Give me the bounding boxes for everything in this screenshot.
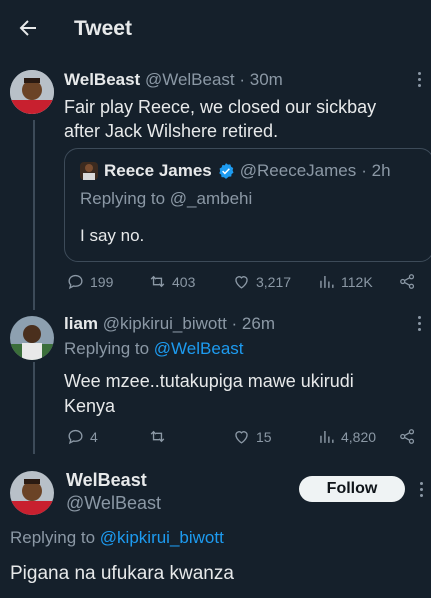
replying-prefix: Replying to <box>80 189 166 208</box>
quote-author-name: Reece James <box>104 161 212 180</box>
author-handle[interactable]: @kipkirui_biwott <box>103 314 227 333</box>
quote-timestamp: · 2h <box>361 161 391 180</box>
retweet-button[interactable] <box>148 427 172 446</box>
back-arrow-icon[interactable] <box>16 16 40 40</box>
reply-icon <box>68 429 83 445</box>
more-options-icon[interactable] <box>420 482 424 500</box>
tweet3-text: Pigana na ufukara kwanza <box>10 563 234 584</box>
tweet2-header: liam @kipkirui_biwott · 26m <box>64 314 275 334</box>
like-button[interactable]: 3,217 <box>232 272 291 291</box>
thread-line <box>33 120 35 310</box>
like-count: 3,217 <box>256 273 292 290</box>
quote-replying-to: Replying to @_ambehi <box>80 189 252 209</box>
tweet-text-line: Kenya <box>64 396 116 416</box>
heart-icon <box>235 431 248 444</box>
more-options-icon[interactable] <box>418 316 422 334</box>
avatar-welbeast[interactable] <box>10 471 54 515</box>
reply-icon <box>68 274 83 290</box>
replying-handle: @_ambehi <box>169 189 253 208</box>
more-options-icon[interactable] <box>418 72 422 90</box>
quote-text: I say no. <box>80 226 145 245</box>
views-button[interactable]: 4,820 <box>317 427 376 446</box>
like-button[interactable]: 15 <box>232 427 272 446</box>
timestamp[interactable]: · 26m <box>232 314 275 333</box>
retweet-icon <box>150 275 165 288</box>
tweet-text-line: Wee mzee..tutakupiga mawe ukirudi <box>64 371 354 391</box>
author-name[interactable]: WelBeast <box>64 70 140 89</box>
verified-badge-icon <box>219 163 234 179</box>
retweet-button[interactable]: 403 <box>148 272 195 291</box>
analytics-icon <box>320 275 334 288</box>
quote-header: Reece James @ReeceJames · 2h <box>104 161 391 181</box>
reply-button[interactable]: 4 <box>66 427 98 446</box>
replying-handle-link[interactable]: @WelBeast <box>154 339 244 358</box>
thread-line <box>33 362 35 454</box>
author-handle[interactable]: @WelBeast <box>145 70 235 89</box>
author-name[interactable]: WelBeast <box>66 470 147 491</box>
views-count: 112K <box>341 273 373 290</box>
author-handle[interactable]: @WelBeast <box>66 493 161 514</box>
replying-prefix: Replying to <box>10 528 96 547</box>
reply-count: 199 <box>90 273 114 290</box>
author-name[interactable]: liam <box>64 314 98 333</box>
retweet-icon <box>150 430 165 443</box>
analytics-icon <box>320 430 334 443</box>
heart-icon <box>235 276 248 289</box>
tweet1-text: Fair play Reece, we closed our sickbay a… <box>64 95 376 143</box>
reply-button[interactable]: 199 <box>66 272 113 291</box>
share-icon[interactable] <box>398 427 417 446</box>
tweet1-header: WelBeast @WelBeast · 30m <box>64 70 283 90</box>
tweet2-text: Wee mzee..tutakupiga mawe ukirudi Kenya <box>64 369 354 419</box>
avatar-liam[interactable] <box>10 316 54 360</box>
replying-to: Replying to @kipkirui_biwott <box>10 528 224 548</box>
follow-button[interactable]: Follow <box>299 476 405 502</box>
views-count: 4,820 <box>341 428 377 445</box>
reply-count: 4 <box>90 428 98 445</box>
like-count: 15 <box>256 428 272 445</box>
tweet-text-line: after Jack Wilshere retired. <box>64 121 279 141</box>
replying-to: Replying to @WelBeast <box>64 339 244 359</box>
avatar-welbeast[interactable] <box>10 70 54 114</box>
replying-handle-link[interactable]: @kipkirui_biwott <box>100 528 224 547</box>
replying-prefix: Replying to <box>64 339 150 358</box>
avatar-reece-james <box>80 162 98 180</box>
timestamp[interactable]: · 30m <box>239 70 282 89</box>
views-button[interactable]: 112K <box>317 272 373 291</box>
tweet-text-line: Fair play Reece, we closed our sickbay <box>64 97 377 117</box>
page-title: Tweet <box>74 17 132 40</box>
retweet-count: 403 <box>172 273 196 290</box>
share-icon[interactable] <box>398 272 417 291</box>
quote-author-handle: @ReeceJames <box>239 161 357 180</box>
